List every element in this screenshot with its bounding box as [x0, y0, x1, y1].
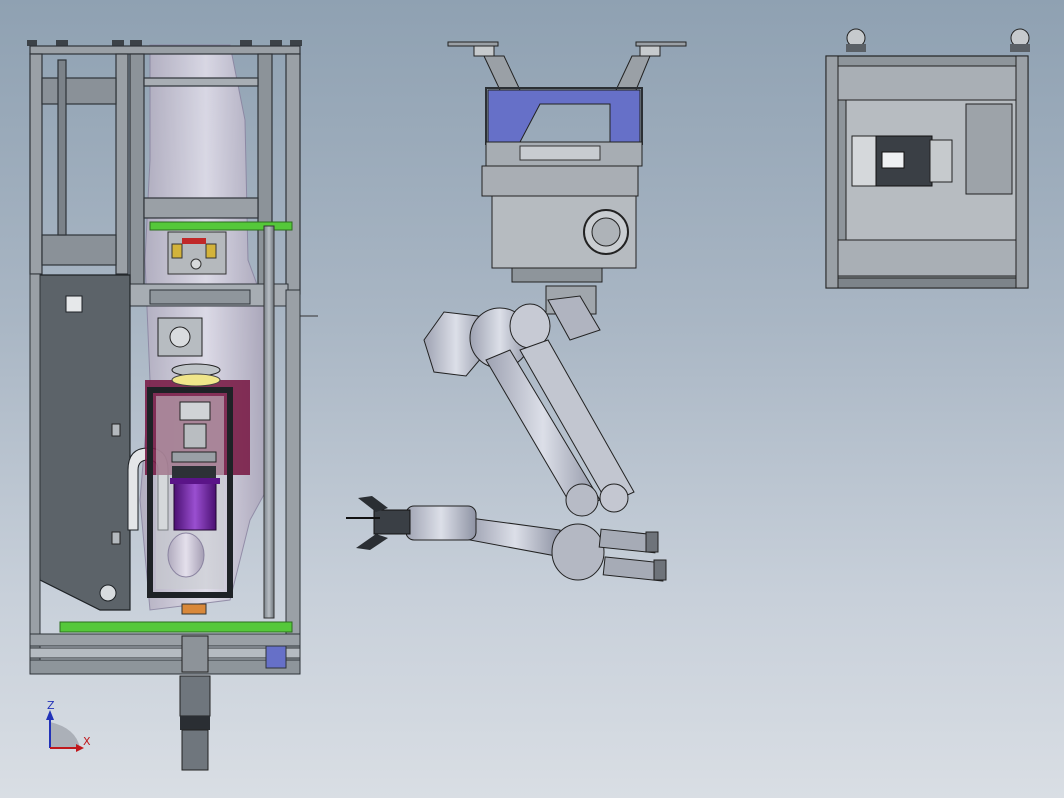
- gripper-body: [373, 509, 411, 535]
- controller-board: [519, 145, 601, 161]
- motor-flange: [170, 478, 220, 484]
- orange-coupling: [181, 603, 207, 615]
- violet-mount-plate: [487, 89, 641, 143]
- forearm-joint: [551, 523, 605, 581]
- triad-base-wedge: [50, 722, 80, 748]
- cad-viewport[interactable]: Z X: [0, 0, 1064, 798]
- slide-rod: [263, 225, 275, 619]
- model-canvas[interactable]: [0, 0, 1064, 798]
- base-neck: [511, 267, 603, 283]
- upright-right: [285, 289, 301, 663]
- wrist-housing: [405, 505, 477, 541]
- triad-z-label: Z: [47, 699, 55, 712]
- orientation-triad[interactable]: [46, 710, 84, 752]
- base-frame: [29, 633, 301, 675]
- ghost-lower-joint: [167, 532, 205, 578]
- middle-plate-lip: [149, 289, 251, 305]
- elbow-joint: [565, 483, 599, 517]
- joint-coupling: [167, 231, 227, 275]
- box-bottom-rail: [837, 239, 1019, 277]
- wrist-actuators: [598, 528, 667, 582]
- arm-base-housing: [481, 165, 639, 197]
- caster-wheels: [846, 28, 1030, 52]
- green-plate-base: [59, 621, 293, 633]
- side-panel-left: [31, 274, 131, 611]
- view-robot-arm[interactable]: [346, 41, 687, 582]
- box-bottom-bar: [837, 277, 1019, 289]
- elbow-joint-b: [599, 483, 629, 513]
- box-side-left: [825, 55, 839, 289]
- upright-left: [29, 273, 41, 675]
- box-top-rail: [837, 65, 1019, 101]
- triad-x-label: X: [83, 735, 91, 748]
- bearing-inner-ring: [591, 217, 621, 247]
- gripper-jaw-lower: [356, 534, 388, 550]
- view-motor-box[interactable]: [825, 28, 1030, 289]
- mount-brackets: [447, 41, 687, 91]
- servo-motor-purple: [173, 481, 217, 531]
- drive-motor: [851, 135, 953, 187]
- view-cabinet[interactable]: [27, 40, 318, 771]
- box-side-right: [1015, 55, 1029, 289]
- box-right-panel: [965, 103, 1013, 195]
- forearm: [469, 517, 561, 557]
- lower-actuator: [179, 635, 211, 771]
